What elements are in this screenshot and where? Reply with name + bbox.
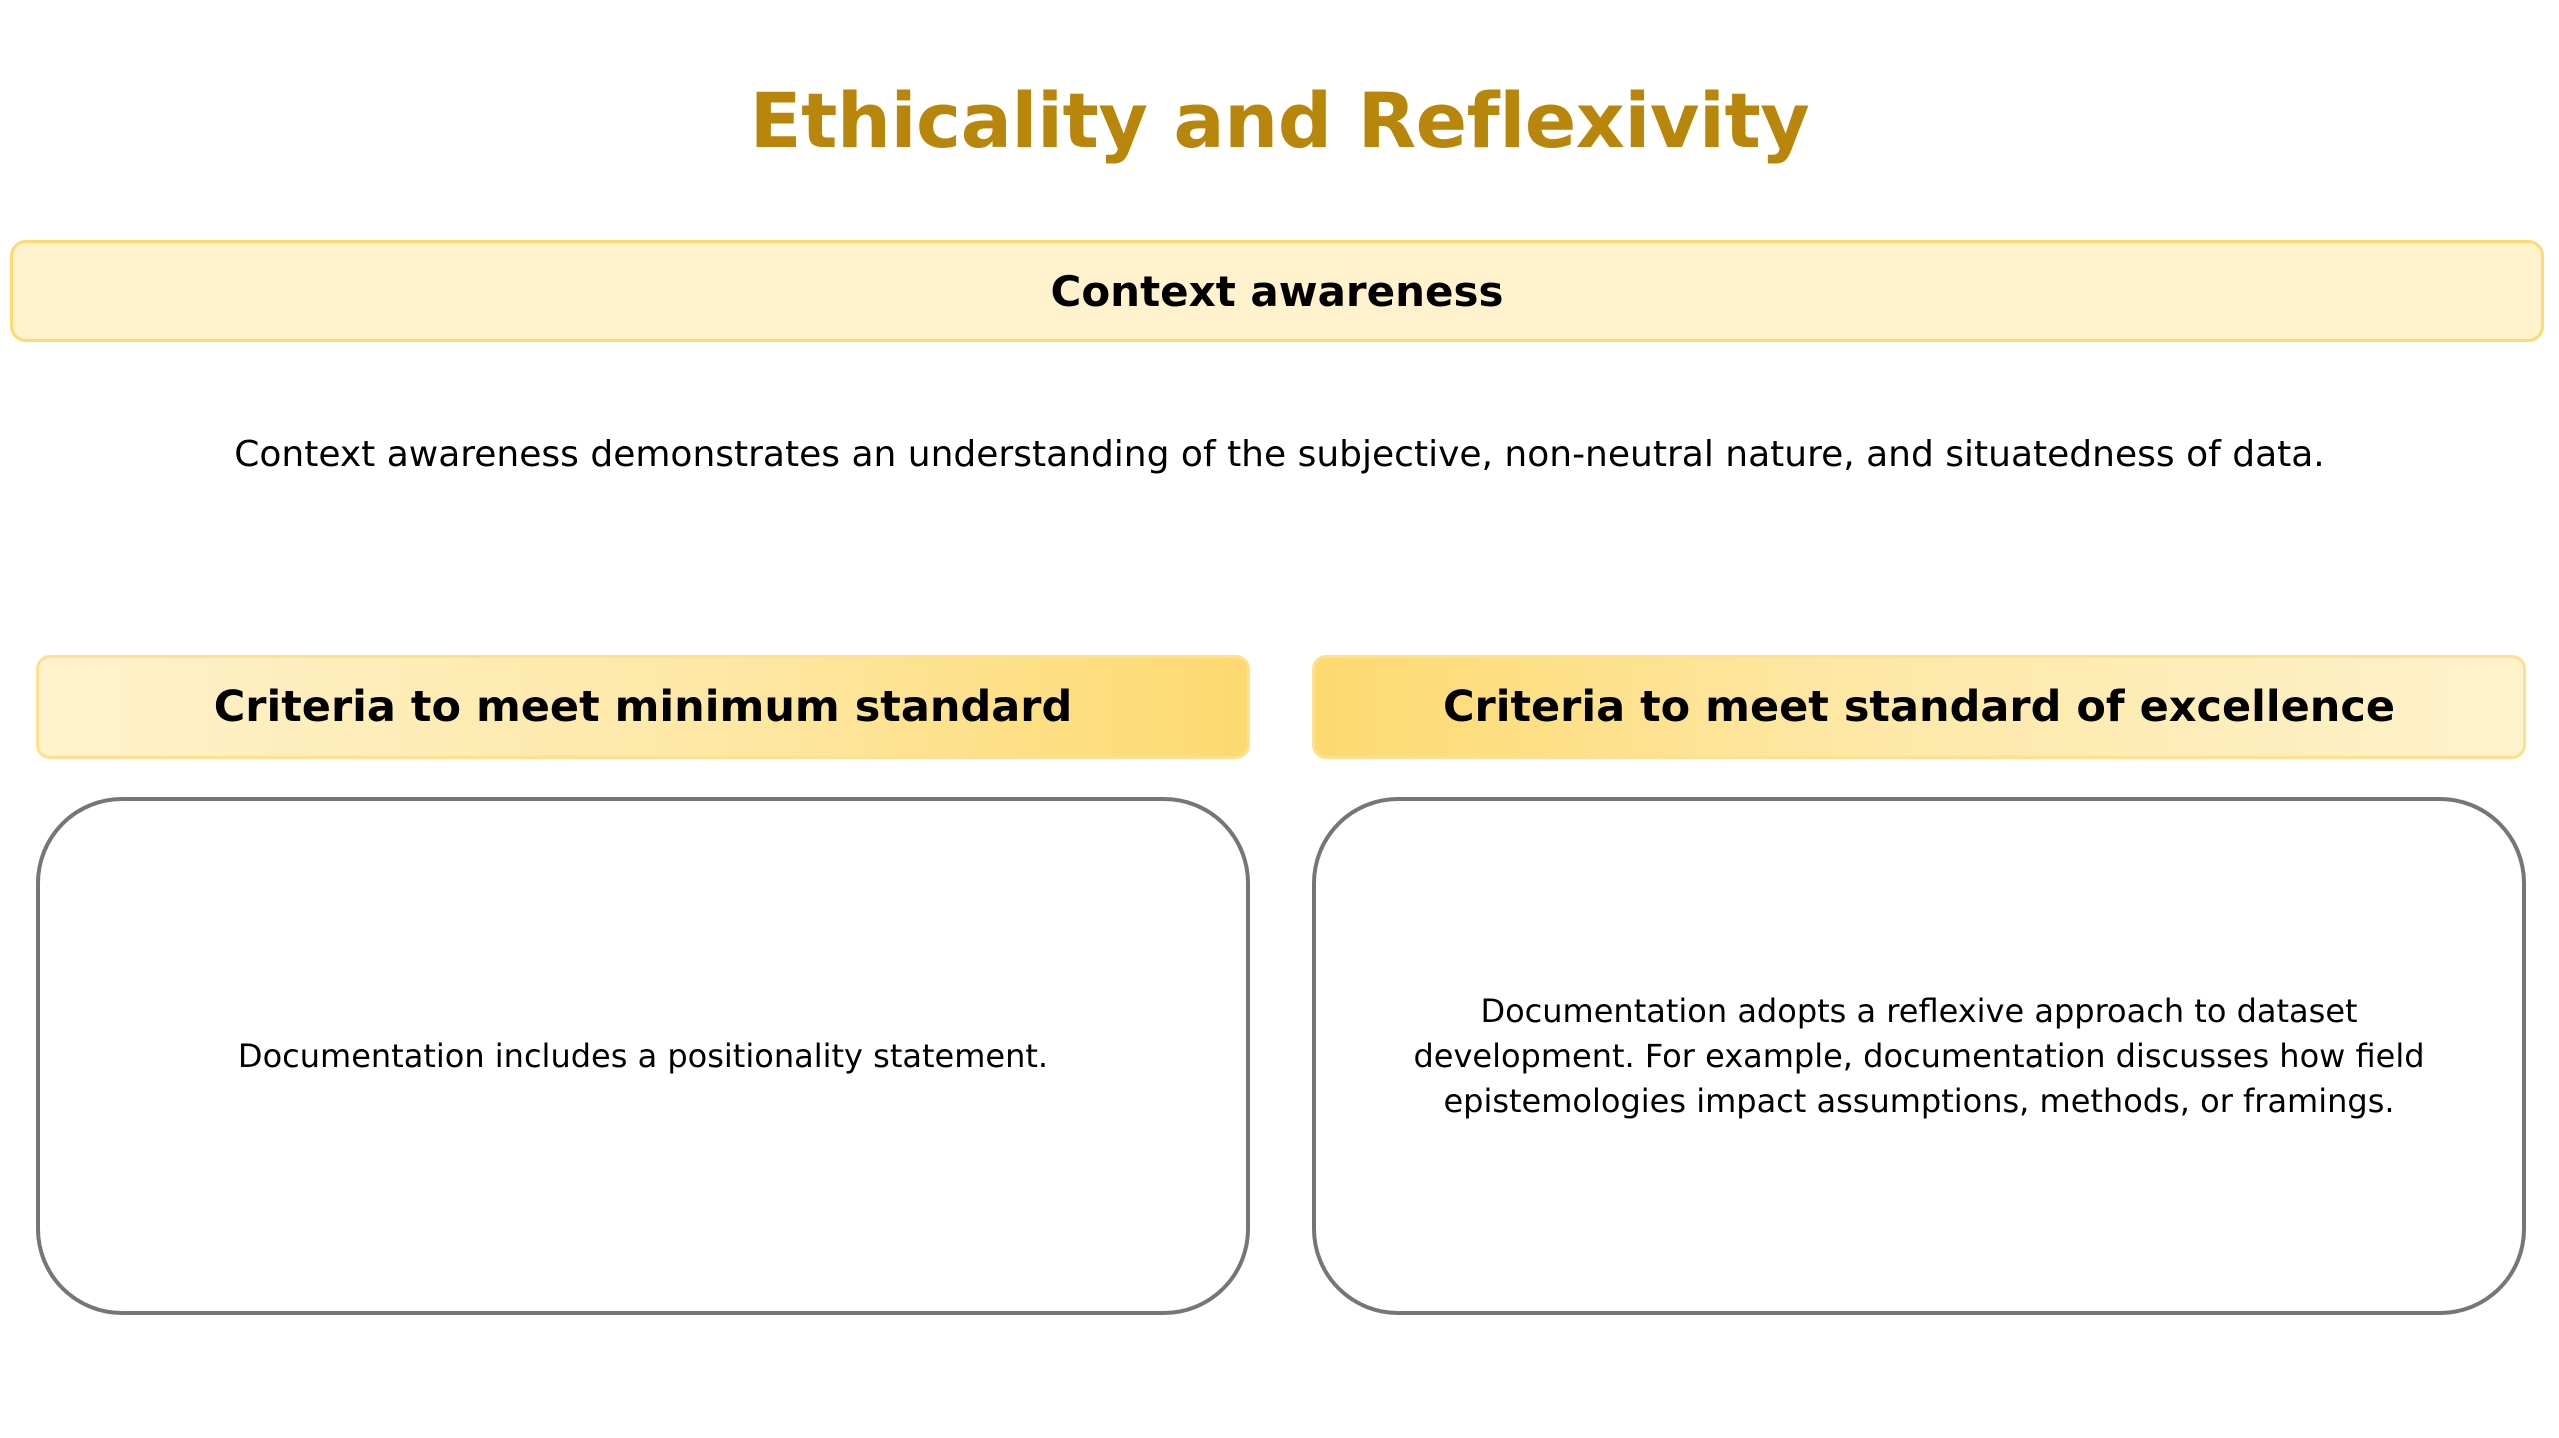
excellence-standard-text: Documentation adopts a reflexive approac…	[1413, 991, 2425, 1120]
minimum-standard-card: Documentation includes a positionality s…	[36, 797, 1250, 1315]
minimum-standard-header: Criteria to meet minimum standard	[36, 655, 1250, 759]
section-description: Context awareness demonstrates an unders…	[234, 434, 2325, 475]
excellence-standard-header: Criteria to meet standard of excellence	[1312, 655, 2526, 759]
excellence-standard-card: Documentation adopts a reflexive approac…	[1312, 797, 2526, 1315]
excellence-standard-header-label: Criteria to meet standard of excellence	[1442, 682, 2396, 732]
page-title: Ethicality and Reflexivity	[749, 76, 1810, 165]
minimum-standard-header-label: Criteria to meet minimum standard	[213, 682, 1073, 732]
section-banner-label: Context awareness	[1050, 266, 1504, 316]
section-banner: Context awareness	[10, 240, 2544, 342]
minimum-standard-text: Documentation includes a positionality s…	[237, 1036, 1049, 1075]
